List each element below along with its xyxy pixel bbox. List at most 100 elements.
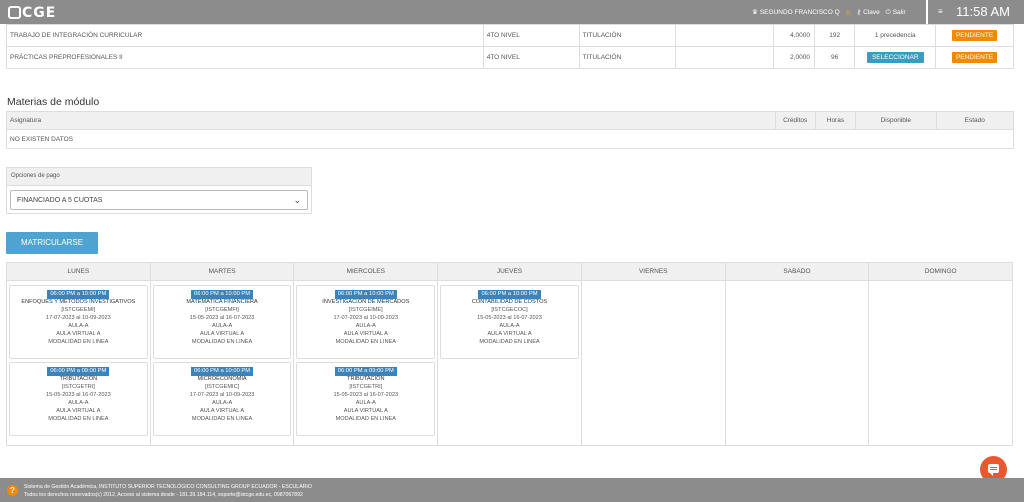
class-virtual-room: AULA VIRTUAL A [56,330,101,337]
class-code: [ISTCGEMFI] [205,306,239,313]
class-code: [ISTCGECOC] [491,306,528,313]
modules-table: Asignatura Créditos Horas Disponible Est… [6,111,1015,149]
chat-lines-icon [990,467,997,468]
class-card[interactable]: 06:00 PM a 10:00 PM MICROECONOMÍA [ISTCG… [152,362,292,436]
class-card[interactable]: 06:00 PM a 09:00 PM TRIBUTACIÓN [ISTCGET… [9,362,148,436]
class-dates: 15-05-2023 al 16-07-2023 [477,314,542,321]
day-column-miercoles: 06:00 PM a 10:00 PM INVESTIGACIÓN DE MER… [294,281,439,446]
creditos-cell: 2,0000 [772,46,815,69]
class-room: AULA-A [211,322,233,329]
payment-select[interactable]: FINANCIADO A 5 CUOTAS ⌄ [10,190,308,210]
class-time: 06:00 PM a 09:00 PM [334,367,397,376]
footer-line-2: Todos los derechos reservados(c) 2012, A… [24,492,303,498]
class-code: [ISTCGEMIC] [204,383,240,390]
day-column-viernes [582,281,726,446]
chevron-down-icon: ⌄ [293,195,301,205]
footer: ? Sistema de Gestión Académica, INSTITUT… [0,478,1024,502]
class-time: 06:00 PM a 10:00 PM [191,367,254,376]
help-icon[interactable]: ? [7,485,18,496]
schedule-body: 06:00 PM a 10:00 PM ENFOQUES Y MÉTODOS I… [7,281,1012,446]
class-card[interactable]: 06:00 PM a 10:00 PM INVESTIGACIÓN DE MER… [296,285,436,359]
clock-time: 11:58 AM [956,4,1010,19]
payment-label: Opciones de pago [7,168,311,186]
logo[interactable]: CGE [8,5,56,21]
schedule-header: LUNES MARTES MIERCOLES JUEVES VIERNES SA… [7,263,1012,281]
day-header: JUEVES [438,263,582,280]
class-title: MICROECONOMÍA [197,376,247,382]
class-code: [ISTCGEIME] [348,306,383,313]
enroll-button[interactable]: MATRICULARSE [6,232,98,254]
class-card[interactable]: 06:00 PM a 10:00 PM MATEMÁTICA FINANCIER… [152,285,292,359]
user-crown-icon: ♛ [752,9,758,16]
nivel-cell: 4TO NIVEL [482,24,580,47]
horas-cell: 96 [813,46,856,69]
key-icon: ⚷ [856,9,862,16]
empty-cell [674,46,774,69]
class-mode: MODALIDAD EN LINEA [479,338,540,345]
class-mode: MODALIDAD EN LINEA [48,415,109,422]
class-card[interactable]: 06:00 PM a 09:00 PM TRIBUTACIÓN [ISTCGET… [296,362,436,436]
weekly-schedule: LUNES MARTES MIERCOLES JUEVES VIERNES SA… [6,262,1013,446]
class-room: AULA-A [355,399,376,406]
menu-icon[interactable]: ≡ [938,7,943,16]
class-mode: MODALIDAD EN LINEA [48,338,109,345]
salir-link[interactable]: Salir [893,9,906,16]
estado-cell: PENDIENTE [935,24,1014,47]
user-name[interactable]: SEGUNDO FRANCISCO Q [760,9,840,16]
disponible-cell: 1 precedencia [854,24,937,47]
precedencia-text[interactable]: 1 precedencia [875,32,916,39]
class-code: [ISTCGETRI] [349,383,383,390]
class-room: AULA-A [211,399,233,406]
status-badge: PENDIENTE [951,30,998,41]
class-dates: 15-05-2023 al 16-07-2023 [333,391,399,398]
nivel-cell: 4TO NIVEL [482,46,580,69]
class-time: 06:00 PM a 10:00 PM [478,290,541,299]
table-row: TRABAJO DE INTEGRACIÓN CURRICULAR 4TO NI… [6,24,1014,47]
logo-mark-icon [8,6,21,19]
class-title: CONTABILIDAD DE COSTOS [471,299,548,305]
class-title: TRIBUTACIÓN [347,376,385,382]
table-row: PRÁCTICAS PREPROFESIONALES II 4TO NIVEL … [6,46,1014,69]
asignatura-cell: PRÁCTICAS PREPROFESIONALES II [6,46,484,69]
col-disponible: Disponible [855,111,937,130]
day-column-jueves: 06:00 PM a 10:00 PM CONTABILIDAD DE COST… [438,281,582,446]
day-column-lunes: 06:00 PM a 10:00 PM ENFOQUES Y MÉTODOS I… [7,281,151,446]
day-column-domingo [869,281,1012,446]
class-code: [ISTCGETRI] [61,383,95,390]
logo-text: CGE [22,5,57,21]
creditos-cell: 4,0000 [772,24,815,47]
separator: ||| [845,9,851,16]
top-bar: CGE ♛ SEGUNDO FRANCISCO Q ||| ⚷ Clave ⏻ Sal… [0,0,1024,24]
clave-link[interactable]: Clave [863,9,880,16]
table-header-row: Asignatura Créditos Horas Disponible Est… [6,111,1015,130]
class-mode: MODALIDAD EN LINEA [191,415,253,422]
class-virtual-room: AULA VIRTUAL A [487,330,532,337]
payment-selected-value: FINANCIADO A 5 CUOTAS [17,197,103,204]
class-time: 06:00 PM a 10:00 PM [191,290,254,299]
class-card[interactable]: 06:00 PM a 10:00 PM CONTABILIDAD DE COST… [440,285,579,359]
disponible-cell: SELECCIONAR [854,46,937,69]
class-card[interactable]: 06:00 PM a 10:00 PM ENFOQUES Y MÉTODOS I… [9,285,148,359]
class-code: [ISTCGEEMI] [61,306,96,313]
tipo-cell: TITULACIÓN [578,46,676,69]
day-column-sabado [726,281,870,446]
class-mode: MODALIDAD EN LINEA [191,338,253,345]
class-room: AULA-A [499,322,520,329]
footer-line-1: Sistema de Gestión Académica, INSTITUTO … [24,484,312,490]
horas-cell: 192 [813,24,856,47]
day-header: LUNES [7,263,151,280]
power-icon: ⏻ [885,9,891,16]
user-menu: ♛ SEGUNDO FRANCISCO Q ||| ⚷ Clave ⏻ Salir [752,8,906,17]
class-time: 06:00 PM a 09:00 PM [47,367,110,376]
class-time: 06:00 PM a 10:00 PM [334,290,397,299]
class-virtual-room: AULA VIRTUAL A [56,407,101,414]
class-virtual-room: AULA VIRTUAL A [200,330,245,337]
select-button[interactable]: SELECCIONAR [866,52,924,63]
class-dates: 17-07-2023 al 10-09-2023 [189,391,255,398]
col-creditos: Créditos [774,111,816,130]
class-title: MATEMÁTICA FINANCIERA [186,299,258,305]
day-header: DOMINGO [924,268,957,275]
class-title: INVESTIGACIÓN DE MERCADOS [322,299,410,305]
class-room: AULA-A [355,322,376,329]
class-virtual-room: AULA VIRTUAL A [343,407,388,414]
